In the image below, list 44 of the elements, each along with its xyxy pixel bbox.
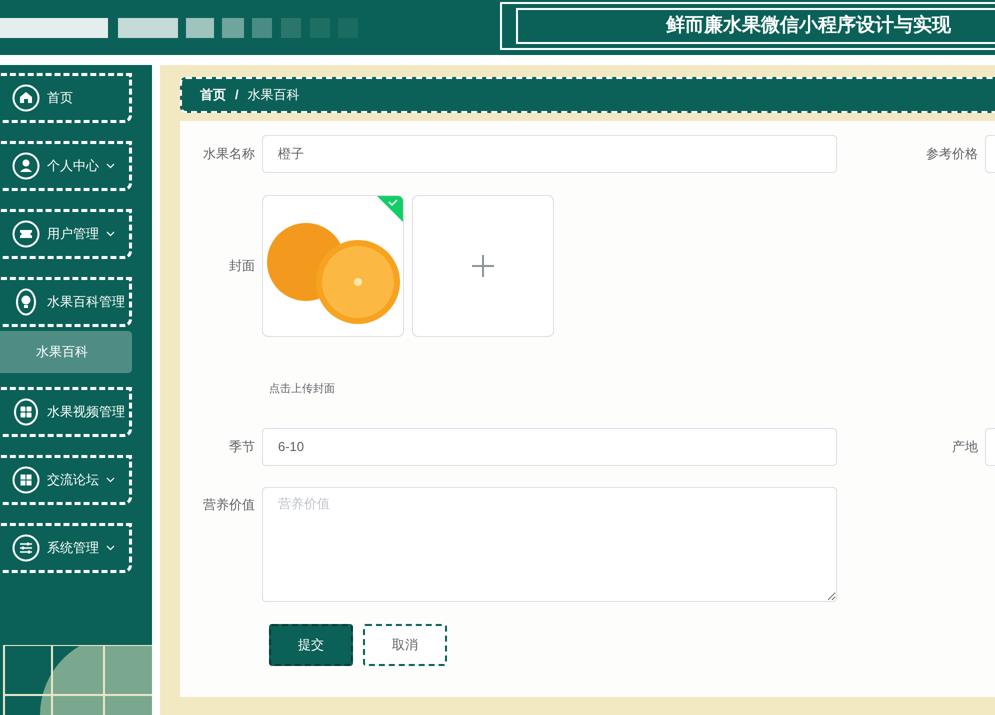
breadcrumb-separator: / [235, 86, 239, 104]
menu-label: 交流论坛 [47, 471, 99, 490]
menu-label: 个人中心 [47, 157, 99, 176]
sidebar-item[interactable]: 水果视频管理 [0, 387, 132, 437]
success-check-icon [377, 196, 403, 222]
menu-label: 用户管理 [47, 225, 99, 244]
menu-label: 系统管理 [47, 539, 99, 558]
submenu-item[interactable]: 水果百科 [0, 331, 132, 373]
window-title: 鲜而廉水果微信小程序设计与实现 [516, 8, 995, 44]
home-icon [12, 84, 40, 112]
chevron-down-icon [106, 231, 115, 237]
input-field[interactable]: 6-10 [262, 428, 837, 466]
menu-label: 水果视频管理 [47, 403, 125, 422]
upload-button[interactable] [412, 195, 554, 337]
sidebar-item[interactable]: 个人中心 [0, 141, 132, 191]
sidebar-item[interactable]: 用户管理 [0, 209, 132, 259]
menu-label: 水果百科管理 [47, 293, 125, 312]
sidebar-item[interactable]: 首页 [0, 73, 132, 123]
sliders-icon [12, 534, 40, 562]
chevron-down-icon [106, 163, 115, 169]
grid-icon [12, 466, 40, 494]
uploaded-image[interactable] [262, 195, 404, 337]
field-label: 封面 [228, 257, 256, 276]
chevron-down-icon [106, 477, 115, 483]
field-label: 季节 [228, 438, 256, 456]
ticket-icon [12, 220, 40, 248]
field-label: 产地 [951, 438, 979, 456]
sidebar-item[interactable]: 系统管理 [0, 523, 132, 573]
grid-icon [12, 398, 40, 426]
field-label: 水果名称 [202, 145, 256, 164]
textarea-field[interactable]: 营养价值 [262, 486, 837, 602]
sidebar-item[interactable]: 交流论坛 [0, 455, 132, 505]
plus-icon [471, 254, 495, 278]
cancel-button[interactable]: 取消 [363, 624, 447, 666]
breadcrumb-link[interactable]: 首页 [200, 85, 226, 105]
user-icon [12, 152, 40, 180]
submit-button[interactable]: 提交 [269, 624, 353, 666]
sidebar-item[interactable]: 水果百科管理 [0, 277, 132, 327]
field-label: 营养价值 [202, 496, 256, 514]
field-label: 参考价格 [925, 145, 979, 164]
input-field[interactable]: 橙子 [262, 135, 837, 173]
chevron-down-icon [106, 545, 115, 551]
menu-label: 首页 [47, 89, 73, 108]
upload-hint: 点击上传封面 [269, 382, 336, 397]
